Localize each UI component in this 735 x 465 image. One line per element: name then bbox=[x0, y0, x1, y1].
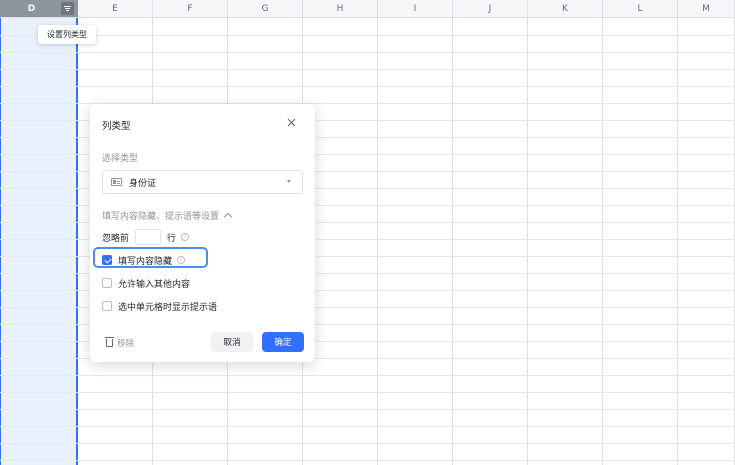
column-header-i[interactable]: I bbox=[378, 0, 453, 18]
help-icon[interactable]: ? bbox=[177, 256, 186, 264]
caret-down-icon bbox=[287, 180, 291, 183]
row-gridline bbox=[0, 375, 735, 376]
column-header-m[interactable]: M bbox=[678, 0, 735, 18]
settings-header-label: 填写内容隐藏、提示语等设置 bbox=[102, 212, 220, 222]
id-card-icon bbox=[111, 178, 122, 186]
remove-button[interactable]: 移除 bbox=[105, 337, 135, 349]
row-gridline bbox=[0, 392, 735, 393]
ignore-suffix-label: 行 bbox=[167, 233, 177, 244]
column-header-label: D bbox=[27, 3, 36, 14]
type-select[interactable]: 身份证 bbox=[102, 170, 303, 194]
column-type-dialog: 列类型 选择类型 身份证 填写内容隐藏、提示语等设置 忽略前 行 ? 填写内容隐… bbox=[90, 104, 315, 362]
column-header-label: L bbox=[637, 3, 643, 14]
cancel-button[interactable]: 取消 bbox=[211, 332, 253, 352]
checkbox-icon[interactable] bbox=[102, 255, 112, 265]
remove-label: 移除 bbox=[117, 339, 135, 349]
row-gridline bbox=[0, 35, 735, 36]
column-header-l[interactable]: L bbox=[603, 0, 678, 18]
select-type-label: 选择类型 bbox=[102, 154, 139, 164]
column-header-label: M bbox=[702, 3, 710, 14]
row-gridline bbox=[0, 69, 735, 70]
chevron-up-icon bbox=[223, 212, 233, 222]
column-type-tooltip: 设置列类型 bbox=[38, 25, 96, 44]
option-show-hint[interactable]: 选中单元格时显示提示语 bbox=[102, 298, 217, 314]
dialog-title: 列类型 bbox=[102, 121, 131, 132]
option-label: 选中单元格时显示提示语 bbox=[118, 302, 218, 313]
column-header-j[interactable]: J bbox=[453, 0, 528, 18]
column-header-d[interactable]: D bbox=[0, 0, 78, 18]
column-header-label: I bbox=[413, 3, 417, 14]
ignore-rows-setting: 忽略前 行 ? bbox=[102, 228, 190, 246]
row-gridline bbox=[0, 460, 735, 461]
close-icon[interactable] bbox=[285, 115, 297, 129]
checkbox-icon[interactable] bbox=[102, 278, 112, 288]
column-header-label: H bbox=[336, 3, 344, 14]
row-gridline bbox=[0, 409, 735, 410]
column-header-label: K bbox=[562, 3, 568, 14]
confirm-button[interactable]: 确定 bbox=[262, 332, 304, 352]
selected-type-value: 身份证 bbox=[129, 178, 157, 189]
column-header-f[interactable]: F bbox=[153, 0, 228, 18]
row-gridline bbox=[0, 52, 735, 53]
trash-icon bbox=[105, 337, 114, 347]
column-header-label: J bbox=[488, 3, 492, 14]
column-header-e[interactable]: E bbox=[78, 0, 153, 18]
row-gridline bbox=[0, 443, 735, 444]
column-header-label: G bbox=[261, 3, 269, 14]
row-gridline bbox=[0, 86, 735, 87]
column-header-h[interactable]: H bbox=[303, 0, 378, 18]
column-header-label: F bbox=[187, 3, 193, 14]
checkbox-icon[interactable] bbox=[102, 301, 112, 311]
option-label: 允许输入其他内容 bbox=[118, 279, 191, 290]
option-hide-content[interactable]: 填写内容隐藏 ? bbox=[102, 252, 186, 268]
column-header-g[interactable]: G bbox=[228, 0, 303, 18]
column-menu-icon[interactable] bbox=[61, 2, 74, 15]
ignore-rows-input[interactable] bbox=[135, 229, 162, 245]
column-header-k[interactable]: K bbox=[528, 0, 603, 18]
option-label: 填写内容隐藏 bbox=[118, 256, 173, 267]
column-header-label: E bbox=[112, 3, 118, 14]
ignore-prefix-label: 忽略前 bbox=[102, 233, 130, 244]
row-gridline bbox=[0, 426, 735, 427]
option-allow-other-input[interactable]: 允许输入其他内容 bbox=[102, 275, 190, 291]
settings-collapse-toggle[interactable]: 填写内容隐藏、提示语等设置 bbox=[102, 209, 233, 222]
help-icon[interactable]: ? bbox=[181, 233, 190, 241]
